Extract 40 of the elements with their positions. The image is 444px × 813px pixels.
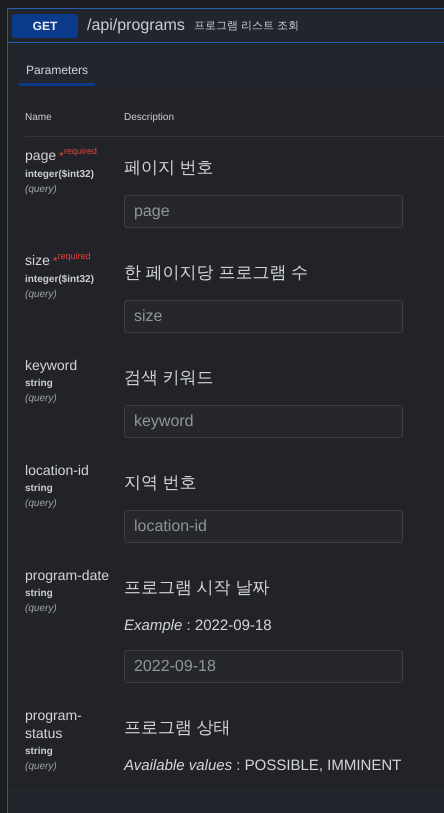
parameter-name: program-date — [25, 566, 110, 584]
parameter-description: 프로그램 시작 날짜 — [124, 577, 270, 599]
parameter-type: string — [25, 378, 53, 389]
parameter-description: 검색 키워드 — [124, 367, 214, 389]
parameter-input[interactable]: 2022-09-18 — [124, 650, 403, 683]
parameter-type: integer($int32) — [25, 169, 94, 180]
parameter-name: program-status — [25, 706, 83, 742]
example-text: Available values : POSSIBLE, IMMINENT — [124, 757, 402, 774]
required-label: required — [64, 146, 97, 156]
parameter-location: (query) — [25, 184, 57, 195]
column-header: Description — [124, 112, 174, 123]
parameter-type: string — [25, 483, 53, 494]
column-header: Name — [25, 112, 52, 123]
parameter-input[interactable]: location-id — [124, 510, 403, 543]
parameter-description: 페이지 번호 — [124, 157, 214, 179]
parameter-name: location-id — [25, 461, 90, 479]
parameter-location: (query) — [25, 761, 57, 772]
example-text: Example : 2022-09-18 — [124, 617, 272, 634]
required-mark: * — [58, 148, 64, 165]
required-mark: * — [52, 253, 58, 270]
parameter-input[interactable]: page — [124, 195, 403, 228]
endpoint-path: /api/programs — [87, 16, 185, 34]
parameter-input[interactable]: keyword — [124, 405, 403, 438]
parameter-name: keyword — [25, 356, 78, 374]
parameter-name: size — [25, 251, 50, 269]
endpoint-summary: 프로그램 리스트 조회 — [194, 19, 299, 33]
required-label: required — [58, 251, 91, 261]
parameter-description: 지역 번호 — [124, 472, 197, 494]
parameter-type: string — [25, 746, 53, 757]
parameter-type: string — [25, 588, 53, 599]
parameter-description: 프로그램 상태 — [124, 717, 231, 739]
method-badge[interactable]: GET — [12, 14, 78, 38]
parameter-location: (query) — [25, 603, 57, 614]
parameter-input[interactable]: size — [124, 300, 403, 333]
parameter-location: (query) — [25, 289, 57, 300]
parameter-description: 한 페이지당 프로그램 수 — [124, 262, 308, 284]
parameter-name: page — [25, 146, 56, 164]
parameter-location: (query) — [25, 498, 57, 509]
parameter-type: integer($int32) — [25, 274, 94, 285]
parameter-location: (query) — [25, 393, 57, 404]
